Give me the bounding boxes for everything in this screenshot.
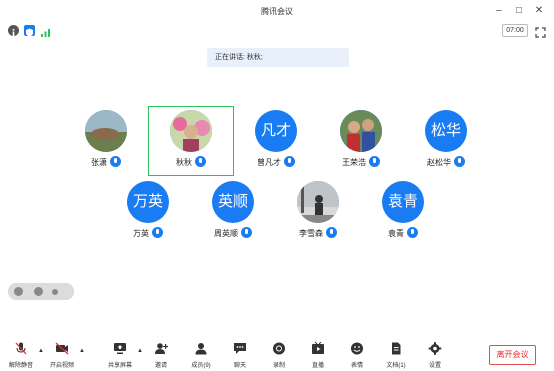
- info-bar: 07:00: [0, 22, 554, 40]
- participant-name: 袁青: [388, 229, 404, 238]
- mic-icon: [369, 156, 380, 167]
- participant-name: 王荣浩: [342, 158, 366, 167]
- participant-tile[interactable]: 英顺 周英顺: [188, 181, 278, 251]
- invite-button[interactable]: 邀请: [144, 342, 178, 371]
- caret-up-icon[interactable]: ▲: [38, 348, 44, 354]
- record-button[interactable]: 录制: [262, 342, 296, 371]
- participant-name: 曾凡才: [257, 158, 281, 167]
- mic-icon: [326, 227, 337, 238]
- info-icon[interactable]: [8, 25, 19, 36]
- invite-label: 邀请: [154, 363, 167, 369]
- mic-icon: [195, 156, 206, 167]
- signal-icon[interactable]: [40, 25, 51, 37]
- avatar: [85, 110, 127, 152]
- maximize-icon[interactable]: □: [512, 4, 526, 18]
- participant-tile[interactable]: 凡才 曾凡才: [231, 110, 321, 180]
- avatar: 松华: [425, 110, 467, 152]
- reactions-label: 表情: [350, 363, 363, 369]
- docs-button[interactable]: 文档(1): [379, 342, 413, 371]
- emoji-icon: [351, 342, 363, 355]
- mic-icon: [152, 227, 163, 238]
- unmute-label: 解除静音: [8, 363, 33, 369]
- mic-icon: [407, 227, 418, 238]
- gear-icon: [428, 342, 442, 355]
- chat-button[interactable]: 聊天: [223, 342, 257, 371]
- members-label: 成员(9): [191, 363, 211, 369]
- mic-muted-icon: [15, 342, 27, 355]
- invite-icon: [155, 343, 168, 354]
- speaking-banner: 正在讲话: 秋秋;: [207, 48, 349, 67]
- window-title: 腾讯会议: [261, 7, 293, 16]
- mic-icon: [241, 227, 252, 238]
- avatar: 凡才: [255, 110, 297, 152]
- avatar: [297, 181, 339, 223]
- participant-tile[interactable]: 松华 赵松华: [401, 110, 491, 180]
- avatar: 英顺: [212, 181, 254, 223]
- participant-name: 万英: [133, 229, 149, 238]
- bottom-toolbar: 解除静音 ▲ 开启视频 ▲ 共享屏幕 ▲ 邀请 成员(9) 聊天 录制 直播 表…: [0, 340, 554, 371]
- members-button[interactable]: 成员(9): [184, 342, 218, 371]
- participant-name: 张潇: [91, 158, 107, 167]
- avatar: 袁青: [382, 181, 424, 223]
- mic-icon: [110, 156, 121, 167]
- floating-controls[interactable]: [8, 283, 74, 300]
- participant-name: 秋秋: [176, 158, 192, 167]
- chat-label: 聊天: [233, 363, 246, 369]
- more-icon[interactable]: [52, 288, 58, 295]
- mic-icon: [284, 156, 295, 167]
- settings-button[interactable]: 设置: [418, 342, 452, 371]
- mic-icon: [454, 156, 465, 167]
- avatar: [170, 110, 212, 152]
- reactions-button[interactable]: 表情: [340, 342, 374, 371]
- participant-tile[interactable]: 王荣浩: [316, 110, 406, 180]
- chat-icon: [234, 343, 246, 354]
- participant-tile[interactable]: 袁青 袁青: [358, 181, 448, 251]
- shield-icon[interactable]: [24, 25, 35, 37]
- live-label: 直播: [311, 363, 324, 369]
- screen-share-icon: [114, 343, 126, 354]
- record-icon: [273, 342, 285, 355]
- video-label: 开启视频: [49, 363, 74, 369]
- participant-name: 周英顺: [214, 229, 238, 238]
- participant-name: 赵松华: [427, 158, 451, 167]
- fullscreen-icon[interactable]: [535, 25, 546, 38]
- title-bar: 腾讯会议 – □ ✕: [0, 0, 554, 24]
- close-icon[interactable]: ✕: [532, 4, 546, 18]
- meeting-timer: 07:00: [502, 24, 528, 37]
- live-button[interactable]: 直播: [301, 342, 335, 371]
- avatar: [340, 110, 382, 152]
- share-screen-label: 共享屏幕: [107, 363, 132, 369]
- video-off-icon: [55, 342, 69, 355]
- participant-tile[interactable]: 李雪森: [273, 181, 363, 251]
- minimize-icon[interactable]: –: [492, 4, 506, 18]
- unmute-button[interactable]: 解除静音: [4, 342, 38, 371]
- caret-up-icon[interactable]: ▲: [79, 348, 85, 354]
- participant-tile[interactable]: 万英 万英: [103, 181, 193, 251]
- video-button[interactable]: 开启视频: [45, 342, 79, 371]
- participant-tile[interactable]: 秋秋: [146, 110, 236, 180]
- record-label: 录制: [272, 363, 285, 369]
- grid-icon[interactable]: [14, 287, 23, 296]
- caret-up-icon[interactable]: ▲: [137, 348, 143, 354]
- participant-name: 李雪森: [299, 229, 323, 238]
- emoji-icon[interactable]: [34, 287, 43, 296]
- avatar: 万英: [127, 181, 169, 223]
- settings-label: 设置: [428, 363, 441, 369]
- live-icon: [312, 342, 324, 354]
- share-screen-button[interactable]: 共享屏幕: [103, 342, 137, 371]
- document-icon: [392, 342, 401, 355]
- participant-tile[interactable]: 张潇: [61, 110, 151, 180]
- leave-meeting-button[interactable]: 离开会议: [489, 345, 536, 365]
- members-icon: [195, 343, 207, 355]
- docs-label: 文档(1): [386, 363, 406, 369]
